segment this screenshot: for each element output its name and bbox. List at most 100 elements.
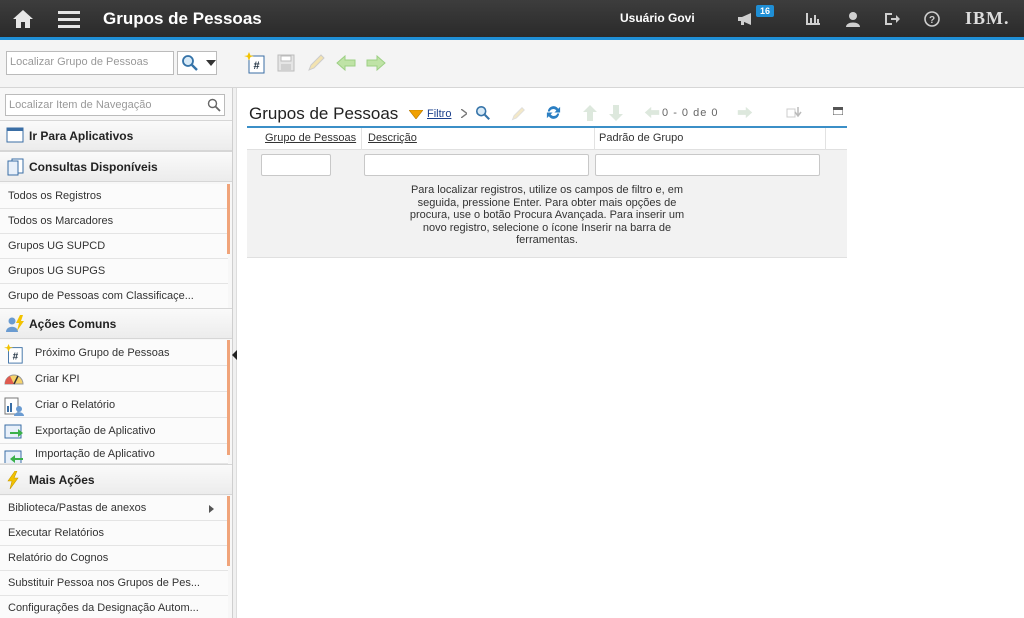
lightning-icon [7,471,19,489]
query-item[interactable]: Grupos UG SUPCD [0,234,228,259]
toolbar: Localizar Grupo de Pessoas # [0,40,1024,88]
query-item[interactable]: Todos os Registros [0,184,228,209]
svg-text:#: # [13,351,19,362]
action-label: Exportação de Aplicativo [35,424,156,437]
notification-badge[interactable]: 16 [756,5,775,17]
previous-page-icon[interactable] [644,106,660,119]
user-profile-icon[interactable] [842,0,864,37]
search-icon[interactable] [475,105,491,121]
navigation-sidebar: Localizar Item de Navegação Ir Para Apli… [0,88,233,618]
nav-search-input[interactable]: Localizar Item de Navegação [5,94,225,116]
column-divider [361,128,362,150]
more-item[interactable]: Substituir Pessoa nos Grupos de Pes... [0,571,228,596]
more-item[interactable]: Executar Relatórios [0,521,228,546]
previous-arrow-icon[interactable] [335,52,357,74]
logout-icon[interactable] [881,0,903,37]
gauge-icon [4,374,24,385]
action-label: Criar o Relatório [35,398,116,411]
people-lightning-icon [6,315,24,332]
chevron-down-icon [206,60,216,66]
page-title: Grupos de Pessoas [249,104,399,123]
action-import-app[interactable]: Importação de Aplicativo [0,444,228,464]
scrollbar[interactable] [227,496,230,566]
action-create-report[interactable]: Criar o Relatório [0,392,228,418]
next-arrow-icon[interactable] [365,52,387,74]
section-label: Ações Comuns [29,316,117,331]
section-label: Ir Para Aplicativos [29,128,134,143]
table-filter-row [247,150,847,180]
action-label: Próximo Grupo de Pessoas [35,346,170,359]
user-name: Usuário Govi [620,11,695,25]
edit-pen-icon[interactable] [305,52,327,74]
section-label: Mais Ações [29,472,95,487]
column-divider [825,128,826,150]
arrow-up-icon[interactable] [583,105,597,121]
query-item[interactable]: Todos os Marcadores [0,209,228,234]
queries-icon [7,158,24,176]
column-header-group-default: Padrão de Grupo [599,132,684,144]
megaphone-icon[interactable] [735,0,757,37]
chart-icon[interactable] [802,0,824,37]
next-page-icon[interactable] [737,106,753,119]
chevron-right-icon[interactable] [461,109,467,118]
more-item[interactable]: Configurações da Designação Autom... [0,596,228,618]
filter-description-input[interactable] [364,154,589,176]
collapse-arrow-icon[interactable] [232,350,237,360]
home-icon[interactable] [8,0,38,37]
filter-person-group-input[interactable] [261,154,331,176]
app-title: Grupos de Pessoas [103,9,262,28]
svg-text:#: # [253,60,259,72]
scrollbar[interactable] [227,184,230,254]
more-item[interactable]: Relatório do Cognos [0,546,228,571]
sidebar-splitter[interactable] [232,88,237,618]
window-icon [6,127,24,143]
action-export-app[interactable]: Exportação de Aplicativo [0,418,228,444]
export-icon [4,424,23,439]
column-divider [594,128,595,150]
download-icon[interactable] [786,106,802,120]
filter-link[interactable]: Filtro [427,108,451,120]
query-item[interactable]: Grupos UG SUPGS [0,259,228,284]
minimize-icon[interactable] [833,107,843,115]
clear-eraser-icon[interactable] [510,106,526,122]
list-panel: Grupos de Pessoas Filtro 0 - 0 de 0 Grup… [247,100,847,258]
ibm-logo: IBM. [965,8,1010,28]
pager-of: de [693,107,708,119]
search-input[interactable]: Localizar Grupo de Pessoas [6,51,174,75]
action-label: Criar KPI [35,372,80,385]
save-icon[interactable] [275,52,297,74]
column-header-description[interactable]: Descrição [368,132,417,144]
section-available-queries[interactable]: Consultas Disponíveis [0,151,232,182]
arrow-down-icon[interactable] [609,105,623,121]
table-header-row: Grupo de Pessoas Descrição Padrão de Gru… [247,128,847,150]
refresh-icon[interactable] [545,104,562,121]
more-item-library[interactable]: Biblioteca/Pastas de anexos [0,496,228,521]
search-button[interactable] [177,51,217,75]
search-icon[interactable] [207,98,221,112]
action-next-person-group[interactable]: # Próximo Grupo de Pessoas [0,340,228,366]
new-record-icon: # [4,344,23,364]
help-icon[interactable]: ? [921,0,943,37]
empty-table-message: Para localizar registros, utilize os cam… [247,180,847,258]
menu-icon[interactable] [55,0,83,37]
action-label: Importação de Aplicativo [35,447,155,460]
search-icon [182,55,198,71]
section-go-to-apps[interactable]: Ir Para Aplicativos [0,120,232,151]
filter-icon[interactable] [409,110,423,119]
action-label: Biblioteca/Pastas de anexos [8,502,147,514]
new-record-icon[interactable]: # [244,52,266,74]
action-create-kpi[interactable]: Criar KPI [0,366,228,392]
filter-group-default-input[interactable] [595,154,820,176]
section-common-actions[interactable]: Ações Comuns [0,308,232,339]
column-header-person-group[interactable]: Grupo de Pessoas [265,132,356,144]
pager-total: 0 [711,107,719,119]
pager-to: 0 [681,107,690,119]
query-item[interactable]: Grupo de Pessoas com Classificaçe... [0,284,228,309]
pagination-info: 0 - 0 de 0 [662,107,719,119]
section-more-actions[interactable]: Mais Ações [0,464,232,495]
top-bar: Grupos de Pessoas Usuário Govi 16 ? IBM. [0,0,1024,37]
pager-from: 0 [662,107,670,119]
pager-dash: - [673,107,678,119]
section-label: Consultas Disponíveis [29,159,158,174]
scrollbar[interactable] [227,340,230,455]
